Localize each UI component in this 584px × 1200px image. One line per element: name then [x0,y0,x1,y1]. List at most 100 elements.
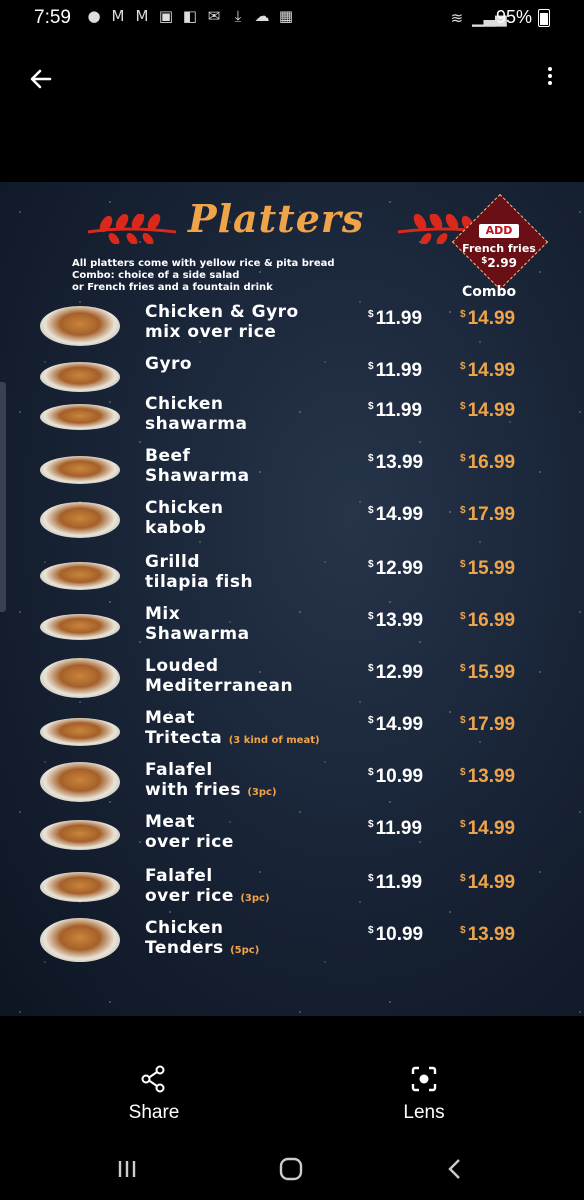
menu-item-name: Chicken & Gyro mix over rice [145,302,299,342]
menu-item-combo-price: $14.99 [460,308,516,329]
menu-header: Platters ADD French fries $2.99 All plat… [0,182,584,302]
menu-item-name: Meat Tritecta (3 kind of meat) [145,708,320,748]
menu-item-price: $12.99 [368,662,424,683]
menu-item-combo-price: $15.99 [460,662,516,683]
share-icon [141,1065,165,1093]
wifi-icon: ≋ [450,8,464,27]
food-plate-image [40,872,120,902]
menu-item-note: (3pc) [247,787,277,798]
menu-item-price: $13.99 [368,452,424,473]
back-nav-button[interactable] [440,1154,470,1184]
gmail-icon: M [111,7,125,25]
download-icon: ⤓ [234,7,242,25]
badge-add-label: ADD [479,224,519,238]
menu-item-price: $11.99 [368,308,423,329]
lens-label: Lens [403,1102,445,1123]
food-plate-image [40,456,120,484]
gmail-icon: M [135,7,149,25]
battery-icon [538,8,550,27]
food-plate-image [40,918,120,962]
menu-item-name: Falafel with fries (3pc) [145,760,277,800]
lens-icon [411,1066,437,1092]
food-plate-image [40,562,120,590]
chevron-left-icon [448,1159,460,1179]
menu-item: Falafel with fries (3pc) $10.99 $13.99 [0,760,584,806]
menu-item-name: Gyro [145,354,193,374]
menu-item-combo-price: $14.99 [460,400,516,421]
add-fries-badge: ADD French fries $2.99 [451,193,549,291]
menu-item: Louded Mediterranean $12.99 $15.99 [0,656,584,702]
menu-item: Chicken kabob $14.99 $17.99 [0,498,584,544]
share-button[interactable]: Share [94,1058,214,1124]
scroll-edge [0,382,6,612]
signal-icon: ▁▃▅ [471,8,507,27]
lens-button[interactable]: Lens [364,1058,484,1124]
menu-item-price: $12.99 [368,558,424,579]
menu-item-price: $13.99 [368,610,424,631]
menu-item-price: $14.99 [368,504,424,525]
recents-button[interactable] [112,1154,142,1184]
menu-item-name: Chicken Tenders (5pc) [145,918,260,958]
clock: 7:59 [34,7,71,28]
menu-item-combo-price: $13.99 [460,924,516,945]
badge-price: $2.99 [481,256,517,270]
menu-item-combo-price: $15.99 [460,558,516,579]
menu-item-name: Chicken kabob [145,498,224,538]
menu-item-combo-price: $17.99 [460,714,516,735]
menu-item-combo-price: $17.99 [460,504,516,525]
laurel-left-icon [87,214,177,244]
food-plate-image [40,404,120,430]
menu-item-price: $10.99 [368,766,424,787]
menu-item-combo-price: $16.99 [460,452,516,473]
home-button[interactable] [276,1154,306,1184]
menu-item-price: $10.99 [368,924,424,945]
menu-intro: All platters come with yellow rice & pit… [72,258,335,293]
food-plate-image [40,502,120,538]
back-button[interactable] [26,64,56,94]
menu-item-note: (5pc) [230,945,260,956]
share-label: Share [128,1102,180,1123]
system-icons: ≋ ▁▃▅ 95% [448,7,550,28]
menu-item-name: Grilld tilapia fish [145,552,254,592]
menu-item-name: Louded Mediterranean [145,656,294,696]
notification-icons: ● M M ▣ ◧ ✉ ⤓ ☁ ▦ [85,7,295,25]
home-icon [279,1157,303,1181]
badge-item: French fries [462,242,536,255]
menu-item: Grilld tilapia fish $12.99 $15.99 [0,552,584,598]
food-plate-image [40,820,120,850]
battery-percent: 95% [495,7,532,27]
arrow-left-icon [30,69,52,89]
menu-item: Meat over rice $11.99 $14.99 [0,812,584,858]
food-plate-image [40,306,120,346]
bottom-actions: Share Lens [0,1058,584,1138]
menu-item-combo-price: $14.99 [460,360,516,381]
menu-item-note: (3 kind of meat) [228,735,320,746]
food-plate-image [40,362,120,392]
more-options-button[interactable] [540,64,560,94]
menu-title: Platters [188,196,365,241]
food-plate-image [40,614,120,640]
status-bar: 7:59 ● M M ▣ ◧ ✉ ⤓ ☁ ▦ ≋ ▁▃▅ 95% [0,0,584,36]
menu-item: Falafel over rice (3pc) $11.99 $14.99 [0,866,584,912]
calendar-icon: ▦ [278,7,294,25]
menu-item: Chicken Tenders (5pc) $10.99 $13.99 [0,918,584,964]
menu-item-combo-price: $16.99 [460,610,516,631]
menu-item-price: $11.99 [368,818,423,839]
navigation-bar [0,1148,584,1188]
menu-item: Chicken shawarma $11.99 $14.99 [0,394,584,440]
menu-item-name: Meat over rice [145,812,234,852]
menu-item-combo-price: $14.99 [460,818,516,839]
cloud-icon: ☁ [254,7,270,25]
menu-item-combo-price: $14.99 [460,872,516,893]
menu-item-price: $11.99 [368,872,423,893]
food-plate-image [40,718,120,746]
menu-item-combo-price: $13.99 [460,766,516,787]
app-icon: ▣ [158,7,174,25]
menu-item-price: $11.99 [368,360,423,381]
outlook-icon: ◧ [182,7,198,25]
food-plate-image [40,762,120,802]
menu-item-name: Beef Shawarma [145,446,250,486]
menu-item: Meat Tritecta (3 kind of meat) $14.99 $17.9… [0,708,584,754]
menu-item: Mix Shawarma $13.99 $16.99 [0,604,584,650]
menu-item: Beef Shawarma $13.99 $16.99 [0,446,584,492]
